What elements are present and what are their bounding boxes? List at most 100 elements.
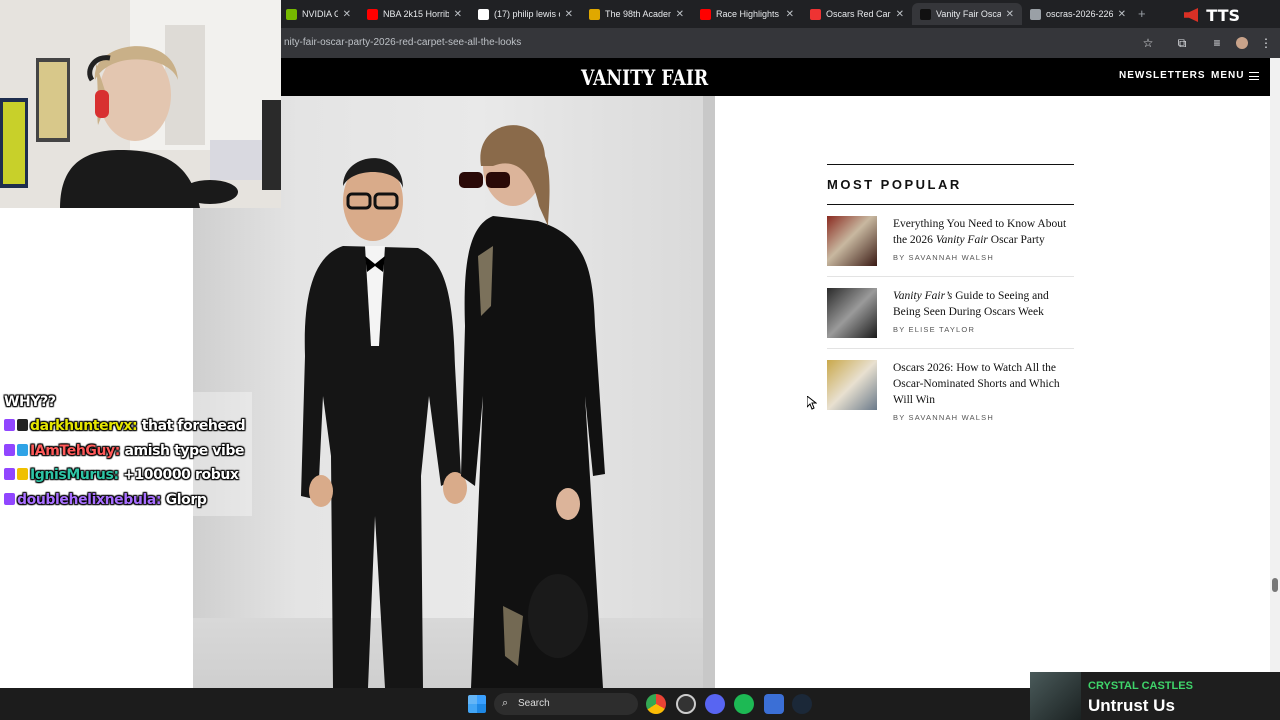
- browser-tab[interactable]: NVIDIA GeFo ✕: [278, 3, 359, 25]
- stream-chat-overlay: WHY?? darkhuntervx: that forehead IAmTehGu…: [0, 392, 252, 516]
- browser-tab[interactable]: oscras-2026-226 ✕: [1022, 3, 1134, 25]
- chat-badge-icon: [17, 444, 28, 456]
- bookmark-star-icon[interactable]: ☆: [1139, 34, 1157, 52]
- popular-story[interactable]: Everything You Need to Know About the 20…: [827, 205, 1074, 277]
- tab-favicon-icon: [920, 8, 931, 20]
- tab-label: The 98th Academ: [605, 9, 671, 19]
- tab-favicon-icon: [367, 8, 378, 20]
- tab-favicon-icon: [286, 8, 297, 20]
- tab-label: (17) philip lewis o: [494, 9, 560, 19]
- close-tab-icon[interactable]: ✕: [676, 9, 684, 20]
- chat-text: Glorp: [165, 492, 207, 508]
- media-controls-icon[interactable]: ≡: [1208, 34, 1226, 52]
- extensions-icon[interactable]: ⧉: [1173, 34, 1191, 52]
- chat-separator: :: [155, 492, 166, 508]
- profile-avatar[interactable]: [1233, 34, 1251, 52]
- chat-username: doublehelixnebula: [17, 492, 156, 508]
- story-thumbnail[interactable]: [827, 360, 877, 410]
- close-tab-icon[interactable]: ✕: [896, 9, 904, 20]
- close-tab-icon[interactable]: ✕: [565, 9, 573, 20]
- discord-icon[interactable]: [705, 694, 725, 714]
- chat-username: IgnisMurus: [30, 467, 114, 483]
- tab-label: oscras-2026-226: [1046, 9, 1113, 19]
- chat-separator: :: [132, 418, 142, 434]
- menu-button[interactable]: MENU: [1211, 70, 1244, 81]
- windows-start-icon[interactable]: [468, 695, 486, 713]
- story-title-text: Oscars 2026: How to Watch All the Oscar-…: [893, 362, 1060, 406]
- newsletters-link[interactable]: NEWSLETTERS: [1119, 70, 1206, 81]
- chat-username: darkhuntervx: [30, 418, 133, 434]
- muted-speaker-icon[interactable]: [1184, 8, 1198, 22]
- chat-message: WHY??: [4, 394, 56, 410]
- browser-tab[interactable]: (17) philip lewis o ✕: [470, 3, 581, 25]
- tab-label: Race Highlights |: [716, 9, 781, 19]
- tab-label: Oscars Red Carpe: [826, 9, 891, 19]
- spotify-icon[interactable]: [734, 694, 754, 714]
- site-header: VANITY FAIR NEWSLETTERS MENU: [281, 58, 1270, 96]
- tab-favicon-icon: [810, 8, 821, 20]
- tab-label: NBA 2k15 Horribl: [383, 9, 449, 19]
- most-popular-heading: MOST POPULAR: [827, 177, 962, 192]
- tab-label: Vanity Fair Oscar: [936, 9, 1001, 19]
- story-title-italic: Vanity Fair: [935, 234, 988, 246]
- tab-label: NVIDIA GeFo: [302, 9, 338, 19]
- story-title-italic: Vanity Fair’s: [893, 290, 953, 302]
- story-byline: BY SAVANNAH WALSH: [893, 253, 994, 262]
- chat-text: WHY??: [4, 394, 56, 410]
- now-playing-overlay: CRYSTAL CASTLES Untrust Us: [1030, 672, 1280, 720]
- popular-story[interactable]: Oscars 2026: How to Watch All the Oscar-…: [827, 349, 1074, 422]
- story-title-text: Oscar Party: [987, 234, 1045, 246]
- chat-message: doublehelixnebula: Glorp: [4, 492, 207, 508]
- chrome-icon[interactable]: [646, 694, 666, 714]
- chat-message: darkhuntervx: that forehead: [4, 418, 246, 434]
- mouse-cursor: [806, 394, 818, 415]
- taskbar-search-label: Search: [518, 698, 550, 709]
- album-art: [1030, 672, 1081, 720]
- vanity-fair-logo[interactable]: VANITY FAIR: [581, 65, 708, 90]
- webcam-scene: [0, 0, 281, 208]
- chat-separator: :: [113, 467, 124, 483]
- browser-tab[interactable]: Vanity Fair Oscar ✕: [912, 3, 1022, 25]
- chat-badge-icon: [17, 419, 28, 431]
- close-tab-icon[interactable]: ✕: [786, 9, 794, 20]
- browser-tab[interactable]: The 98th Academ ✕: [581, 3, 692, 25]
- page-scrollbar[interactable]: [1270, 58, 1280, 688]
- browser-tab[interactable]: Race Highlights | ✕: [692, 3, 802, 25]
- url-text[interactable]: nity-fair-oscar-party-2026-red-carpet-se…: [284, 37, 521, 48]
- chat-badge-icon: [4, 468, 15, 480]
- close-tab-icon[interactable]: ✕: [343, 9, 351, 20]
- new-tab-icon[interactable]: +: [1138, 6, 1146, 21]
- chat-username: IAmTehGuy: [30, 443, 115, 459]
- browser-menu-icon[interactable]: ⋮: [1257, 34, 1275, 52]
- story-title[interactable]: Oscars 2026: How to Watch All the Oscar-…: [893, 360, 1074, 426]
- chat-badge-icon: [4, 419, 15, 431]
- chat-message: IAmTehGuy: amish type vibe: [4, 443, 245, 459]
- browser-tab[interactable]: Oscars Red Carpe ✕: [802, 3, 912, 25]
- hamburger-icon[interactable]: [1249, 72, 1259, 80]
- chat-message: IgnisMurus: +100000 robux: [4, 467, 239, 483]
- close-tab-icon[interactable]: ✕: [454, 9, 462, 20]
- taskbar-search[interactable]: ⌕ Search: [494, 693, 638, 715]
- chat-text: amish type vibe: [124, 443, 245, 459]
- story-title[interactable]: Vanity Fair’s Guide to Seeing and Being …: [893, 288, 1074, 338]
- story-byline: BY SAVANNAH WALSH: [893, 413, 994, 422]
- browser-tab[interactable]: NBA 2k15 Horribl ✕: [359, 3, 470, 25]
- chat-badge-icon: [4, 493, 15, 505]
- story-title[interactable]: Everything You Need to Know About the 20…: [893, 216, 1074, 266]
- popular-story[interactable]: Vanity Fair’s Guide to Seeing and Being …: [827, 277, 1074, 349]
- chat-text: +100000 robux: [123, 467, 239, 483]
- chat-badge-icon: [4, 444, 15, 456]
- app-icon[interactable]: [676, 694, 696, 714]
- streaming-app-icon[interactable]: [764, 694, 784, 714]
- story-thumbnail[interactable]: [827, 216, 877, 266]
- steam-icon[interactable]: [792, 694, 812, 714]
- tab-favicon-icon: [700, 8, 711, 20]
- streamer-webcam: [0, 0, 281, 208]
- close-tab-icon[interactable]: ✕: [1006, 9, 1014, 20]
- scrollbar-thumb[interactable]: [1272, 578, 1278, 592]
- close-tab-icon[interactable]: ✕: [1118, 9, 1126, 20]
- search-icon: ⌕: [502, 697, 509, 709]
- windows-taskbar: ⌕ Search: [0, 688, 1030, 720]
- story-thumbnail[interactable]: [827, 288, 877, 338]
- tab-favicon-icon: [478, 8, 489, 20]
